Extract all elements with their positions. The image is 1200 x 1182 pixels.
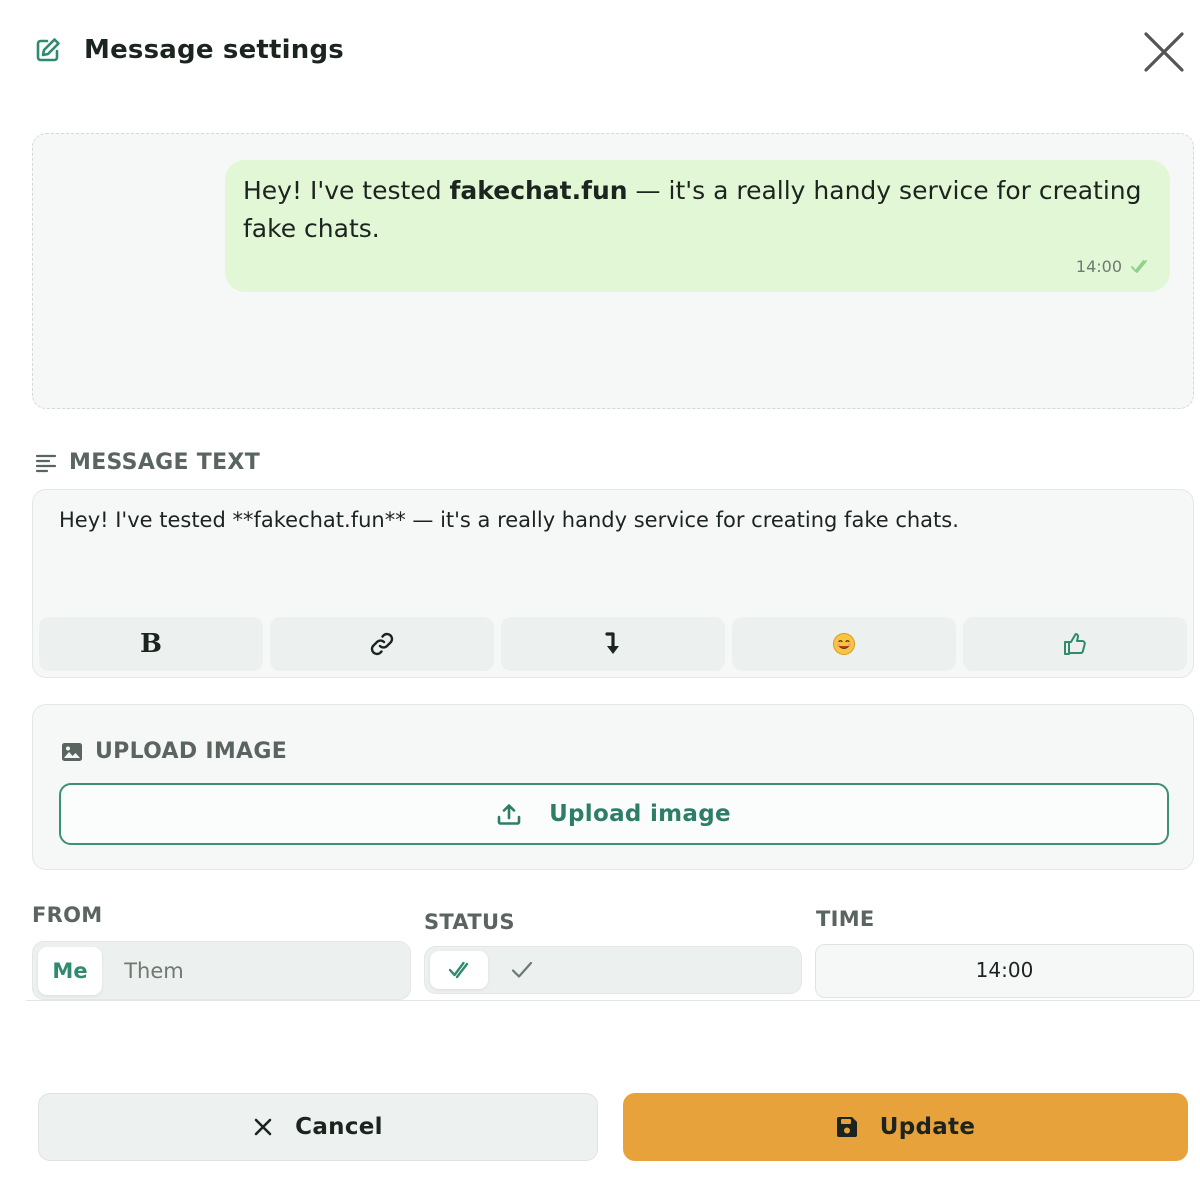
upload-image-label: UPLOAD IMAGE bbox=[61, 739, 287, 764]
close-icon bbox=[254, 1118, 272, 1136]
double-check-icon bbox=[1131, 259, 1147, 273]
reaction-button[interactable] bbox=[963, 617, 1187, 671]
format-toolbar: B bbox=[39, 617, 1187, 671]
bubble-text-part: Hey! I've tested bbox=[243, 176, 450, 205]
dialog-title: Message settings bbox=[84, 35, 344, 65]
update-button-label: Update bbox=[879, 1114, 976, 1140]
divider bbox=[26, 1000, 1200, 1001]
upload-icon bbox=[497, 804, 521, 825]
from-option-me[interactable]: Me bbox=[38, 947, 102, 995]
from-label: FROM bbox=[32, 903, 103, 927]
link-button[interactable] bbox=[270, 617, 494, 671]
bubble-text: Hey! I've tested fakechat.fun — it's a r… bbox=[243, 172, 1150, 248]
update-button[interactable]: Update bbox=[623, 1093, 1188, 1161]
bold-icon: B bbox=[140, 629, 162, 659]
cancel-button[interactable]: Cancel bbox=[38, 1093, 598, 1161]
emoji-button[interactable] bbox=[732, 617, 956, 671]
bubble-meta: 14:00 bbox=[1076, 257, 1148, 276]
time-input[interactable]: 14:00 bbox=[815, 944, 1194, 998]
arrow-turn-down-icon bbox=[605, 632, 619, 654]
thumbs-up-icon bbox=[1064, 633, 1086, 655]
upload-panel: UPLOAD IMAGE Upload image bbox=[32, 704, 1194, 870]
save-icon bbox=[836, 1117, 857, 1137]
bold-button[interactable]: B bbox=[39, 617, 263, 671]
message-text-input[interactable]: Hey! I've tested **fakechat.fun** — it's… bbox=[59, 508, 959, 532]
dialog-header: Message settings bbox=[34, 30, 344, 70]
smiley-emoji-icon bbox=[833, 633, 855, 655]
bubble-text-bold: fakechat.fun bbox=[449, 176, 628, 205]
link-icon bbox=[370, 632, 394, 656]
double-check-icon bbox=[448, 961, 469, 979]
text-lines-icon bbox=[35, 454, 57, 472]
status-label: STATUS bbox=[424, 910, 515, 934]
message-text-label-text: MESSAGE TEXT bbox=[69, 450, 260, 475]
message-editor: Hey! I've tested **fakechat.fun** — it's… bbox=[32, 489, 1194, 678]
status-option-sent[interactable] bbox=[493, 951, 551, 989]
status-option-read[interactable] bbox=[430, 951, 488, 989]
upload-image-button[interactable]: Upload image bbox=[59, 783, 1169, 845]
edit-icon bbox=[36, 38, 60, 62]
bubble-time: 14:00 bbox=[1075, 257, 1122, 276]
time-label: TIME bbox=[816, 907, 875, 931]
from-toggle: Me Them bbox=[32, 941, 411, 1000]
check-icon bbox=[511, 961, 533, 978]
status-toggle bbox=[424, 946, 802, 994]
cancel-button-label: Cancel bbox=[295, 1114, 383, 1140]
from-option-them[interactable]: Them bbox=[111, 947, 197, 995]
message-bubble[interactable]: Hey! I've tested fakechat.fun — it's a r… bbox=[225, 160, 1170, 292]
close-icon[interactable] bbox=[1142, 30, 1186, 74]
upload-image-label-text: UPLOAD IMAGE bbox=[95, 739, 288, 764]
message-preview: Hey! I've tested fakechat.fun — it's a r… bbox=[32, 133, 1194, 409]
upload-image-button-label: Upload image bbox=[549, 801, 731, 827]
message-text-label: MESSAGE TEXT bbox=[35, 450, 260, 475]
image-icon bbox=[62, 742, 82, 761]
line-break-button[interactable] bbox=[501, 617, 725, 671]
